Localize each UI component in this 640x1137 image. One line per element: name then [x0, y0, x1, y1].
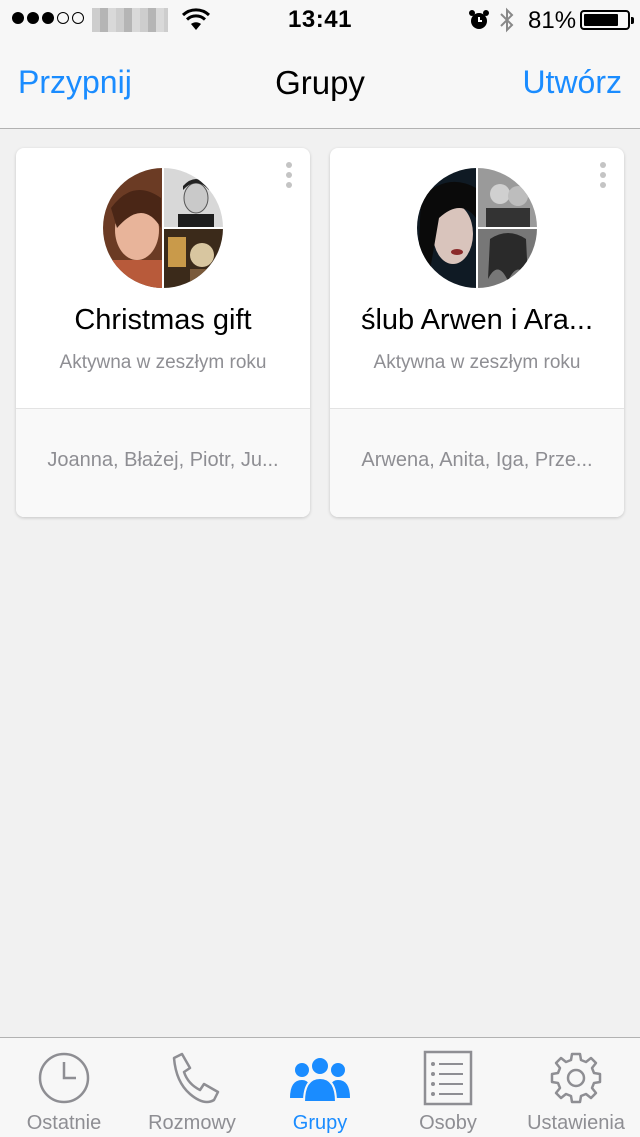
tab-label: Ostatnie	[26, 1112, 102, 1134]
member-photo	[478, 229, 537, 288]
tab-label: Ustawienia	[527, 1112, 625, 1134]
groups-icon	[290, 1056, 350, 1103]
member-photo	[103, 168, 162, 288]
member-photo	[478, 168, 537, 227]
battery-icon	[580, 10, 634, 30]
bluetooth-icon	[500, 7, 514, 33]
group-activity: Aktywna w zeszłym roku	[59, 352, 267, 373]
navigation-bar: Przypnij Grupy Utwórz	[0, 40, 640, 129]
tab-label: Grupy	[292, 1112, 348, 1134]
gear-icon	[550, 1052, 602, 1104]
tab-calls[interactable]: Rozmowy	[128, 1038, 256, 1137]
group-card[interactable]: ślub Arwen i Ara... Aktywna w zeszłym ro…	[330, 148, 624, 517]
group-card[interactable]: Christmas gift Aktywna w zeszłym roku Jo…	[16, 148, 310, 517]
tab-groups[interactable]: Grupy	[256, 1038, 384, 1137]
tab-people[interactable]: Osoby	[384, 1038, 512, 1137]
battery-percent: 81%	[528, 7, 577, 34]
tab-label: Osoby	[419, 1112, 477, 1134]
tab-bar: Ostatnie Rozmowy Grupy Osoby Ustawienia	[0, 1037, 640, 1137]
group-avatar	[417, 168, 537, 288]
group-members-section: Arwena, Anita, Iga, Prze...	[330, 408, 624, 517]
group-name: Christmas gift	[74, 304, 252, 336]
list-icon	[423, 1050, 473, 1106]
alarm-clock-icon	[469, 10, 489, 29]
group-name: ślub Arwen i Ara...	[360, 304, 594, 336]
create-group-button[interactable]: Utwórz	[522, 64, 622, 101]
group-members-section: Joanna, Błażej, Piotr, Ju...	[16, 408, 310, 517]
member-photo	[164, 168, 223, 227]
group-members: Joanna, Błażej, Piotr, Ju...	[47, 449, 279, 471]
status-bar: 13:41 81%	[0, 0, 640, 40]
tab-settings[interactable]: Ustawienia	[512, 1038, 640, 1137]
group-avatar	[103, 168, 223, 288]
member-photo	[164, 229, 223, 288]
group-activity: Aktywna w zeszłym roku	[373, 352, 581, 373]
more-options-icon[interactable]	[286, 162, 292, 192]
more-options-icon[interactable]	[600, 162, 606, 192]
group-members: Arwena, Anita, Iga, Prze...	[361, 449, 593, 471]
member-photo	[417, 168, 476, 288]
clock-icon	[38, 1052, 90, 1104]
tab-recent[interactable]: Ostatnie	[0, 1038, 128, 1137]
phone-icon	[172, 1052, 220, 1104]
tab-label: Rozmowy	[148, 1112, 236, 1134]
